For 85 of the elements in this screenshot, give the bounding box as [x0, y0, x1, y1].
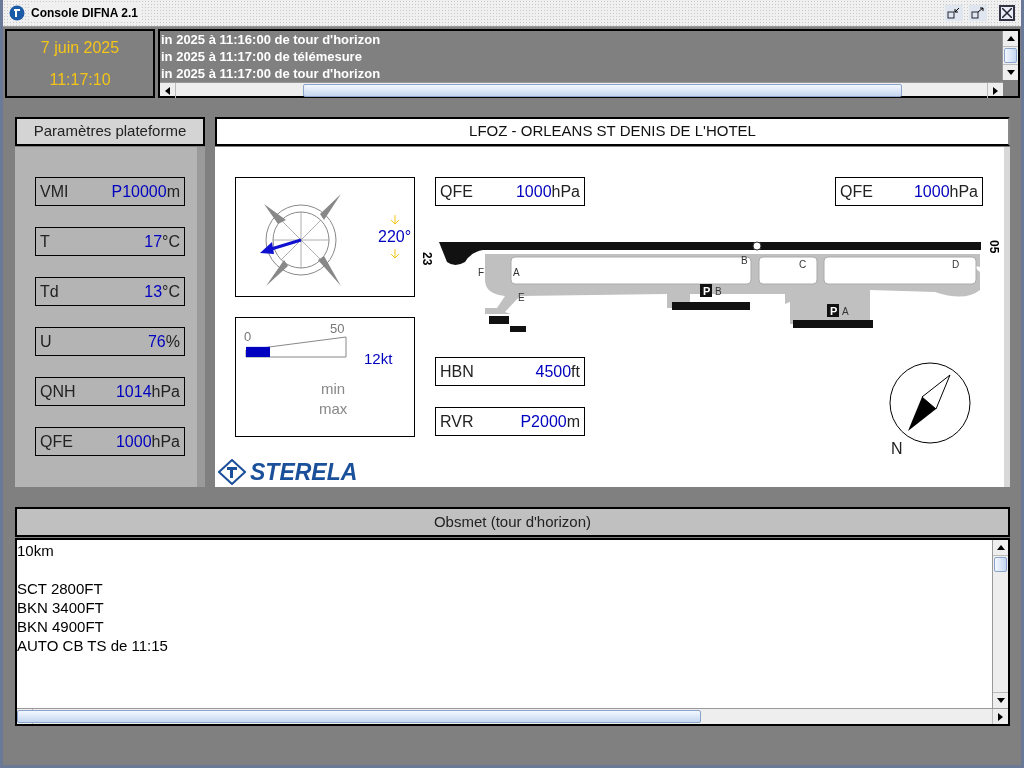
param-value: 4500 — [535, 361, 572, 382]
maximize-button[interactable] — [969, 5, 987, 21]
max-label: max — [319, 399, 348, 419]
param-label: Td — [40, 281, 59, 302]
panel-header: Paramètres plateforme — [15, 117, 205, 146]
date-text: 7 juin 2025 — [40, 37, 120, 58]
param-unit: °C — [162, 281, 180, 302]
taxiway-label: C — [799, 259, 807, 270]
param-value: P2000 — [520, 411, 567, 432]
param-label: HBN — [440, 361, 474, 382]
param-label: VMI — [40, 181, 69, 202]
scrollbar-thumb[interactable] — [1004, 48, 1017, 63]
taxiway-label: F — [478, 267, 485, 278]
airport-title: LFOZ - ORLEANS ST DENIS DE L'HOTEL — [215, 117, 1010, 146]
param-unit: hPa — [151, 431, 180, 452]
obsmet-line: AUTO CB TS de 11:15 — [17, 636, 168, 655]
taxiway-label: D — [952, 259, 960, 270]
horizontal-scrollbar[interactable] — [17, 708, 1008, 724]
log-line: in 2025 à 11:17:00 de tour d'horizon — [161, 65, 382, 82]
param-value: 17 — [144, 231, 163, 252]
param-unit: hPa — [949, 181, 978, 202]
param-value: 13 — [144, 281, 163, 302]
scroll-down-icon[interactable] — [996, 698, 1005, 703]
runway-number: 05 — [987, 240, 1001, 254]
wind-speed-reading: 12kt — [364, 349, 393, 369]
param-value: 1000 — [115, 431, 152, 452]
param-value: 76 — [147, 331, 166, 352]
north-label: N — [891, 439, 903, 459]
scroll-left-icon[interactable] — [165, 86, 170, 95]
arrow-down-icon — [389, 249, 400, 259]
param-unit: °C — [162, 231, 180, 252]
param-unit: hPa — [151, 381, 180, 402]
scale-max-label: 50 — [330, 320, 345, 338]
scroll-down-icon[interactable] — [1006, 70, 1015, 75]
wind-direction: 220° — [378, 227, 412, 247]
parking-sign: P — [830, 305, 838, 317]
param-unit: m — [166, 181, 180, 202]
obsmet-line: 10km — [17, 541, 54, 560]
time-text: 11:17:10 — [49, 69, 111, 90]
parking-label: A — [842, 306, 849, 317]
arrow-down-icon — [389, 215, 400, 225]
scroll-right-icon[interactable] — [993, 86, 998, 95]
taxiway-label: B — [741, 255, 748, 266]
horizontal-scrollbar[interactable] — [160, 82, 1003, 96]
log-line: in 2025 à 11:17:00 de télémesure — [161, 48, 363, 65]
param-unit: % — [165, 331, 180, 352]
close-button[interactable] — [999, 5, 1015, 21]
param-label: RVR — [440, 411, 474, 432]
scrollbar-thumb[interactable] — [994, 557, 1007, 572]
param-value: 1000 — [913, 181, 950, 202]
param-value: 1000 — [515, 181, 552, 202]
obsmet-line: SCT 2800FT — [17, 579, 103, 598]
scroll-up-icon[interactable] — [1006, 36, 1015, 41]
param-value: P10000 — [111, 181, 167, 202]
param-label: QNH — [40, 381, 76, 402]
obsmet-line: BKN 3400FT — [17, 598, 104, 617]
app-logo-icon — [9, 5, 25, 21]
param-unit: hPa — [551, 181, 580, 202]
param-label: QFE — [440, 181, 473, 202]
minimize-button[interactable] — [945, 5, 963, 21]
param-unit: m — [566, 411, 580, 432]
scale-min-label: 0 — [244, 330, 252, 344]
param-label: U — [40, 331, 52, 352]
param-unit: ft — [571, 361, 580, 382]
taxiway-label: A — [513, 267, 520, 278]
scroll-up-icon[interactable] — [996, 545, 1005, 550]
min-label: min — [321, 379, 346, 399]
scroll-right-icon[interactable] — [998, 712, 1003, 721]
log-line: in 2025 à 11:16:00 de tour d'horizon — [161, 31, 382, 48]
panel-header: Obsmet (tour d'horizon) — [15, 507, 1010, 537]
param-label: QFE — [40, 431, 73, 452]
sterela-logo: STERELA — [218, 455, 358, 490]
param-label: QFE — [840, 181, 873, 202]
param-value: 1014 — [115, 381, 152, 402]
parking-label: B — [715, 286, 722, 297]
obsmet-line: BKN 4900FT — [17, 617, 104, 636]
param-label: T — [40, 231, 50, 252]
vertical-scrollbar[interactable] — [1002, 31, 1018, 80]
scrollbar-thumb[interactable] — [17, 710, 701, 723]
vertical-scrollbar[interactable] — [992, 540, 1008, 708]
taxiway-label: E — [518, 292, 525, 303]
window-title: Console DIFNA 2.1 — [31, 4, 142, 22]
scrollbar-thumb[interactable] — [303, 84, 902, 97]
parking-sign: P — [703, 285, 711, 297]
runway-number: 23 — [420, 252, 434, 266]
